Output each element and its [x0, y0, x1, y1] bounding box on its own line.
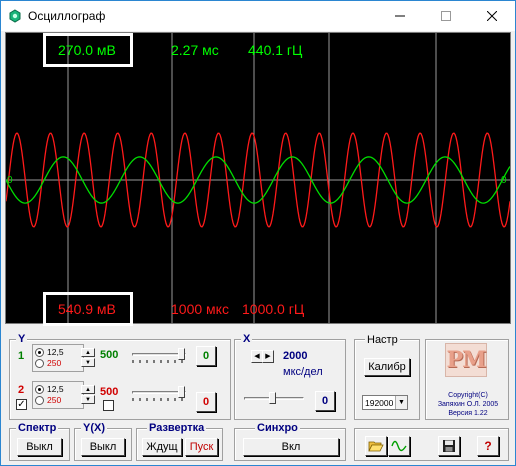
ch2-slider-ticks	[132, 398, 183, 401]
sweep-wait-button[interactable]: Ждущ	[142, 438, 182, 456]
pm-logo-mark: PM	[446, 347, 487, 373]
ch2-range-radio-a[interactable]	[35, 384, 44, 394]
ch1-range-option-a[interactable]: 12,5	[35, 347, 64, 357]
ch2-range-b-label: 250	[47, 395, 62, 405]
ch2-amplitude-readout: 540.9 мВ	[43, 292, 133, 326]
yx-panel-label: Y(X)	[81, 422, 107, 434]
maximize-icon	[441, 11, 451, 21]
help-button[interactable]: ?	[477, 436, 499, 456]
sweep-panel-label: Развертка	[147, 422, 207, 434]
ch2-invert-checkbox[interactable]	[103, 400, 114, 411]
sync-toggle-button[interactable]: Вкл	[243, 438, 339, 456]
x-panel: X ◀ ▶ 2000 мкс/дел 0	[234, 333, 346, 420]
ch2-range-radio-b[interactable]	[35, 395, 44, 405]
close-icon	[487, 11, 497, 21]
ch2-scale-value: 500	[100, 386, 119, 398]
waveform-canvas	[6, 33, 510, 323]
ch2-time-readout: 1000 мкс	[171, 301, 229, 317]
ch2-zero-button[interactable]: 0	[196, 392, 216, 412]
x-zero-button[interactable]: 0	[315, 391, 335, 411]
ch1-range-b-label: 250	[47, 358, 62, 368]
calibrate-button[interactable]: Калибр	[364, 358, 410, 376]
y-panel: Y 1 12,5 250 ▲ ▼ 500 0 2 ✓ 12,5 250 ▲ ▼ …	[9, 333, 231, 420]
ch1-range-a-label: 12,5	[47, 347, 64, 357]
ch2-freq-readout: 1000.0 гЦ	[242, 301, 305, 317]
sample-rate-select[interactable]: 192000 ▼	[362, 395, 408, 410]
tools-panel: ?	[354, 428, 509, 461]
ch2-range-option-a[interactable]: 12,5	[35, 384, 64, 394]
ch1-range-radio-b[interactable]	[35, 358, 44, 368]
x-offset-slider-thumb[interactable]	[269, 392, 276, 404]
copyright-block: Copyright(C) Запяхин О.Л. 2005 Версия 1.…	[426, 391, 510, 418]
ch1-scale-value: 500	[100, 349, 119, 361]
maximize-button[interactable]	[423, 1, 469, 31]
ch2-offset-slider-thumb[interactable]	[178, 386, 185, 398]
ch2-range-option-b[interactable]: 250	[35, 395, 61, 405]
ch1-zero-button[interactable]: 0	[196, 346, 216, 366]
version-line: Версия 1.22	[448, 410, 488, 417]
scope-display: 270.0 мВ 2.27 мс 440.1 гЦ 540.9 мВ 1000 …	[5, 32, 511, 326]
close-button[interactable]	[469, 1, 515, 31]
logo-panel: PM Copyright(C) Запяхин О.Л. 2005 Версия…	[425, 339, 509, 420]
yx-panel: Y(X) Выкл	[74, 422, 132, 461]
ch2-number: 2	[18, 384, 25, 396]
ch1-range-option-b[interactable]: 250	[35, 358, 61, 368]
ch1-number: 1	[18, 350, 25, 362]
window-title: Осциллограф	[28, 9, 106, 23]
ch2-down-spinner[interactable]: ▼	[81, 395, 95, 404]
title-bar: Осциллограф	[1, 1, 515, 31]
sweep-panel: Развертка Ждущ Пуск	[136, 422, 223, 461]
y-panel-label: Y	[16, 333, 28, 345]
ch2-range-a-label: 12,5	[47, 384, 64, 394]
author-line: Запяхин О.Л. 2005	[437, 401, 499, 408]
zero-marker-left: 0	[7, 175, 13, 186]
oscilloscope-window: Осциллограф 270.0 мВ 2.27 мс 440.1 гЦ 54…	[0, 0, 516, 466]
x-scale-right-button[interactable]: ▶	[262, 350, 274, 363]
spectrum-panel: Спектр Выкл	[9, 422, 70, 461]
ch1-slider-ticks	[132, 360, 183, 363]
x-scale-unit: мкс/дел	[283, 366, 323, 378]
folder-open-icon	[368, 441, 384, 452]
floppy-disk-icon	[443, 440, 455, 452]
ch1-range-radio-a[interactable]	[35, 347, 44, 357]
ch1-up-spinner[interactable]: ▲	[81, 348, 95, 357]
ch1-offset-slider-thumb[interactable]	[178, 348, 185, 360]
settings-panel: Настр Калибр 192000 ▼	[354, 334, 420, 420]
minimize-icon	[395, 15, 405, 17]
ch1-time-readout: 2.27 мс	[171, 42, 219, 58]
sweep-start-button[interactable]: Пуск	[185, 438, 218, 456]
open-file-button[interactable]	[365, 436, 387, 456]
ch1-freq-readout: 440.1 гЦ	[248, 42, 303, 58]
copyright-line: Copyright(C)	[448, 392, 488, 399]
minimize-button[interactable]	[377, 1, 423, 31]
x-panel-label: X	[241, 333, 253, 345]
pm-logo: PM	[445, 343, 487, 377]
zero-marker-right: 0	[501, 175, 507, 186]
sample-rate-value: 192000	[365, 397, 394, 408]
settings-panel-label: Настр	[365, 334, 400, 346]
generator-button[interactable]	[388, 436, 410, 456]
app-icon	[9, 9, 21, 23]
spectrum-panel-label: Спектр	[16, 422, 59, 434]
chevron-down-icon[interactable]: ▼	[395, 396, 407, 409]
save-button[interactable]	[438, 436, 460, 456]
ch1-down-spinner[interactable]: ▼	[81, 358, 95, 367]
sine-wave-icon	[391, 440, 407, 452]
sync-panel: Синхро Вкл	[234, 422, 346, 461]
ch2-up-spinner[interactable]: ▲	[81, 385, 95, 394]
sync-panel-label: Синхро	[255, 422, 300, 434]
ch2-enable-checkbox[interactable]: ✓	[16, 399, 27, 410]
spectrum-toggle-button[interactable]: Выкл	[17, 438, 62, 456]
x-scale-value: 2000	[283, 350, 308, 362]
yx-toggle-button[interactable]: Выкл	[81, 438, 125, 456]
ch1-amplitude-readout: 270.0 мВ	[43, 33, 133, 67]
